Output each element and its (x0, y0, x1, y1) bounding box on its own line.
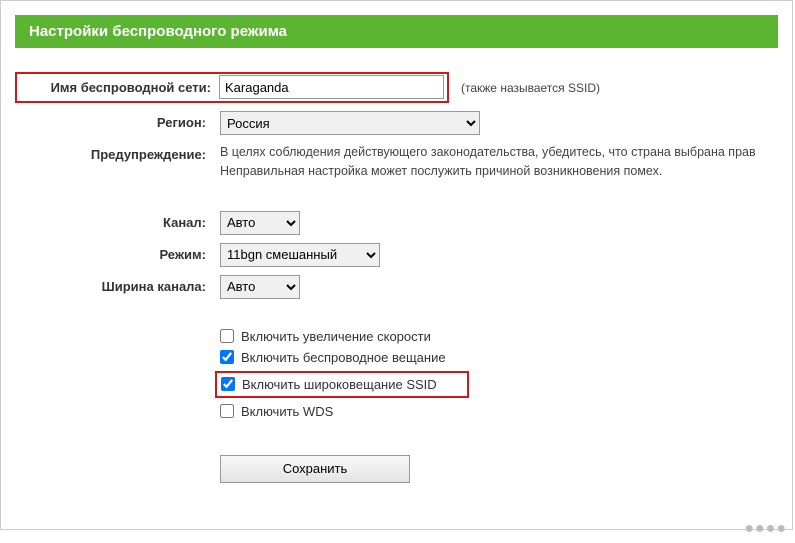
warning-text: В целях соблюдения действующего законода… (220, 143, 756, 181)
region-label: Регион: (15, 111, 220, 130)
dots-decoration: ●●●● (744, 520, 787, 538)
mode-select[interactable]: 11bgn смешанный (220, 243, 380, 267)
wireless-broadcast-checkbox[interactable] (220, 350, 234, 364)
warning-label: Предупреждение: (15, 143, 220, 162)
speed-boost-label: Включить увеличение скорости (241, 329, 431, 344)
page-title: Настройки беспроводного режима (15, 15, 778, 48)
width-select[interactable]: Авто (220, 275, 300, 299)
ssid-hint: (также называется SSID) (461, 81, 600, 95)
width-label: Ширина канала: (15, 275, 220, 294)
ssid-input[interactable] (219, 75, 444, 99)
ssid-broadcast-checkbox[interactable] (221, 377, 235, 391)
wds-label: Включить WDS (241, 404, 333, 419)
save-button[interactable]: Сохранить (220, 455, 410, 483)
speed-boost-checkbox[interactable] (220, 329, 234, 343)
region-select[interactable]: Россия (220, 111, 480, 135)
ssid-label: Имя беспроводной сети: (20, 76, 219, 99)
channel-select[interactable]: Авто (220, 211, 300, 235)
mode-label: Режим: (15, 243, 220, 262)
channel-label: Канал: (15, 211, 220, 230)
ssid-broadcast-label: Включить широковещание SSID (242, 377, 437, 392)
wireless-broadcast-label: Включить беспроводное вещание (241, 350, 446, 365)
wds-checkbox[interactable] (220, 404, 234, 418)
